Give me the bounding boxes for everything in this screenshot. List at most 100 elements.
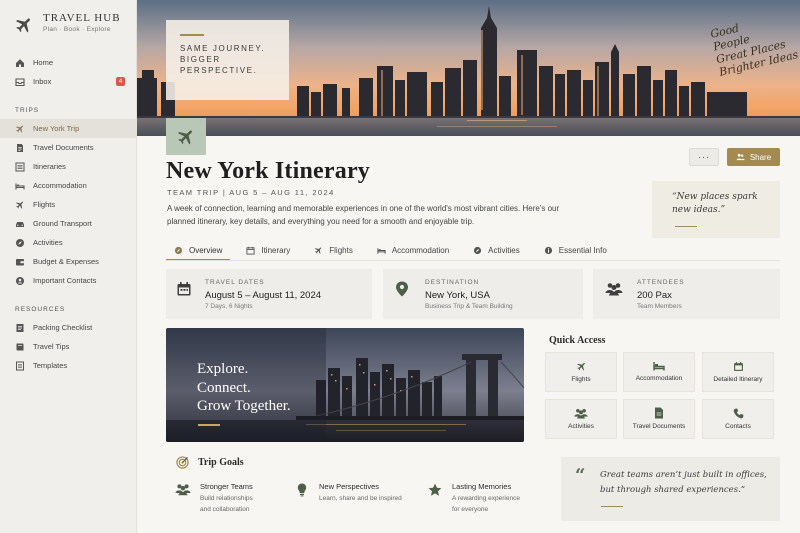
tab-itinerary[interactable]: Itinerary xyxy=(238,240,298,260)
share-button[interactable]: Share xyxy=(727,148,780,166)
accent-rule xyxy=(675,226,697,228)
sidebar-item-label: Activities xyxy=(33,238,63,247)
quick-access-title: Quick Access xyxy=(549,335,606,346)
brand[interactable]: TRAVEL HUB Plan · Book · Explore xyxy=(14,12,121,35)
sidebar-item-itineraries[interactable]: Itineraries xyxy=(0,157,137,176)
sidebar-item-label: Packing Checklist xyxy=(33,323,93,332)
inbox-icon xyxy=(15,77,25,87)
quote-mark-icon: “ xyxy=(575,465,586,486)
sidebar-item-ground-transport[interactable]: Ground Transport xyxy=(0,214,137,233)
info-label: DESTINATION xyxy=(425,279,480,286)
people-icon xyxy=(175,484,191,496)
plane-logo-icon xyxy=(16,18,30,33)
goal-description: A rewarding experience for everyone xyxy=(452,493,520,515)
tab-label: Flights xyxy=(329,245,353,255)
sidebar-item-budget[interactable]: Budget & Expenses xyxy=(0,252,137,271)
trip-subhead: TEAM TRIP | AUG 5 – AUG 11, 2024 xyxy=(167,188,335,197)
info-label: TRAVEL DATES xyxy=(205,279,265,286)
quick-access-panel: Quick Access Flights Accommodation Detai… xyxy=(536,328,780,442)
goal-line: A rewarding experience xyxy=(452,495,520,502)
quick-access-contacts[interactable]: Contacts xyxy=(702,399,774,439)
info-detail: Team Members xyxy=(637,303,682,310)
sidebar-item-label: Home xyxy=(33,58,54,67)
info-icon xyxy=(544,246,552,254)
quick-access-flights[interactable]: Flights xyxy=(545,352,617,392)
sidebar-item-accommodation[interactable]: Accommodation xyxy=(0,176,137,195)
checklist-icon xyxy=(15,323,25,333)
brand-title: TRAVEL HUB xyxy=(43,12,121,24)
section-label-trips: TRIPS xyxy=(15,107,40,114)
calendar-icon xyxy=(246,246,255,255)
quick-access-label: Flights xyxy=(571,375,591,383)
sidebar-item-label: Inbox xyxy=(33,77,52,86)
home-icon xyxy=(15,58,25,68)
accent-rule xyxy=(198,424,220,426)
share-label: Share xyxy=(749,152,772,162)
trip-badge xyxy=(166,118,206,155)
tab-flights[interactable]: Flights xyxy=(306,240,361,260)
tab-label: Itinerary xyxy=(261,245,291,255)
tab-accommodation[interactable]: Accommodation xyxy=(369,240,457,260)
quick-access-activities[interactable]: Activities xyxy=(545,399,617,439)
quick-access-label: Contacts xyxy=(725,422,751,430)
list-icon xyxy=(15,162,25,172)
document-icon xyxy=(655,407,663,419)
quick-access-travel-documents[interactable]: Travel Documents xyxy=(623,399,695,439)
tab-divider xyxy=(166,260,780,261)
sidebar-item-important-contacts[interactable]: Important Contacts xyxy=(0,271,137,290)
bed-icon xyxy=(653,362,665,371)
tab-label: Accommodation xyxy=(391,245,450,255)
info-card-travel-dates: TRAVEL DATES August 5 – August 11, 2024 … xyxy=(166,269,372,319)
tab-essential-info[interactable]: Essential Info xyxy=(536,240,615,260)
quick-access-detailed-itinerary[interactable]: Detailed Itinerary xyxy=(702,352,774,392)
person-icon xyxy=(15,276,25,286)
phone-icon xyxy=(733,408,743,419)
sidebar-item-activities[interactable]: Activities xyxy=(0,233,137,252)
sidebar-item-templates[interactable]: Templates xyxy=(0,356,137,375)
sidebar-item-packing-checklist[interactable]: Packing Checklist xyxy=(0,318,137,337)
tab-activities[interactable]: Activities xyxy=(465,240,528,260)
trip-goals-title: Trip Goals xyxy=(198,457,244,468)
trip-goals-header: Trip Goals xyxy=(176,456,244,469)
calendar-icon xyxy=(733,361,743,371)
sidebar-item-home[interactable]: Home xyxy=(0,53,137,72)
sidebar-item-inbox[interactable]: Home Inbox 4 xyxy=(0,72,137,91)
quick-access-label: Detailed Itinerary xyxy=(713,375,763,383)
sidebar-item-label: Travel Documents xyxy=(33,143,94,152)
sidebar-item-label: Ground Transport xyxy=(33,219,92,228)
inspiration-quote-card: “New places spark new ideas.” xyxy=(652,181,780,238)
feature-line: Connect. xyxy=(197,379,251,396)
goal-description: Learn, share and be inspired xyxy=(319,493,402,504)
plane-icon xyxy=(315,247,322,254)
sidebar-item-travel-tips[interactable]: Travel Tips xyxy=(0,337,137,356)
goal-title: Stronger Teams xyxy=(200,482,253,491)
hero-tagline: SAME JOURNEY. BIGGER PERSPECTIVE. xyxy=(180,44,266,75)
goal-line: Build relationships xyxy=(200,495,253,502)
resources-nav: Packing Checklist Travel Tips Templates xyxy=(0,318,137,375)
sidebar-item-new-york-trip[interactable]: New York Trip xyxy=(0,119,137,138)
info-value: 200 Pax xyxy=(637,290,672,301)
goal-description: Build relationships and collaboration xyxy=(200,493,253,515)
sidebar-item-flights[interactable]: Flights xyxy=(0,195,137,214)
sidebar-item-label: Accommodation xyxy=(33,181,87,190)
more-options-button[interactable]: ··· xyxy=(689,148,719,166)
quick-access-accommodation[interactable]: Accommodation xyxy=(623,352,695,392)
tab-overview[interactable]: Overview xyxy=(166,240,231,261)
team-quote: Great teams aren’t just built in offices… xyxy=(600,470,767,495)
sidebar-item-label: Flights xyxy=(33,200,56,209)
info-detail: Business Trip & Team Building xyxy=(425,303,513,310)
plane-icon xyxy=(15,200,25,210)
sidebar: TRAVEL HUB Plan · Book · Explore Home Ho… xyxy=(0,0,137,533)
sidebar-item-label: Travel Tips xyxy=(33,342,70,351)
book-icon xyxy=(15,342,25,352)
info-detail: 7 Days, 6 Nights xyxy=(205,303,253,310)
goal-line: and collaboration xyxy=(200,506,250,513)
accent-rule xyxy=(601,506,623,508)
inbox-badge: 4 xyxy=(116,77,125,86)
top-nav: Home Home Inbox 4 xyxy=(0,53,137,91)
hero-banner: SAME JOURNEY. BIGGER PERSPECTIVE. Good P… xyxy=(137,0,800,136)
sidebar-item-travel-documents[interactable]: Travel Documents xyxy=(0,138,137,157)
goal-title: New Perspectives xyxy=(319,482,380,491)
map-pin-icon xyxy=(396,281,408,297)
quick-access-label: Accommodation xyxy=(635,375,683,383)
